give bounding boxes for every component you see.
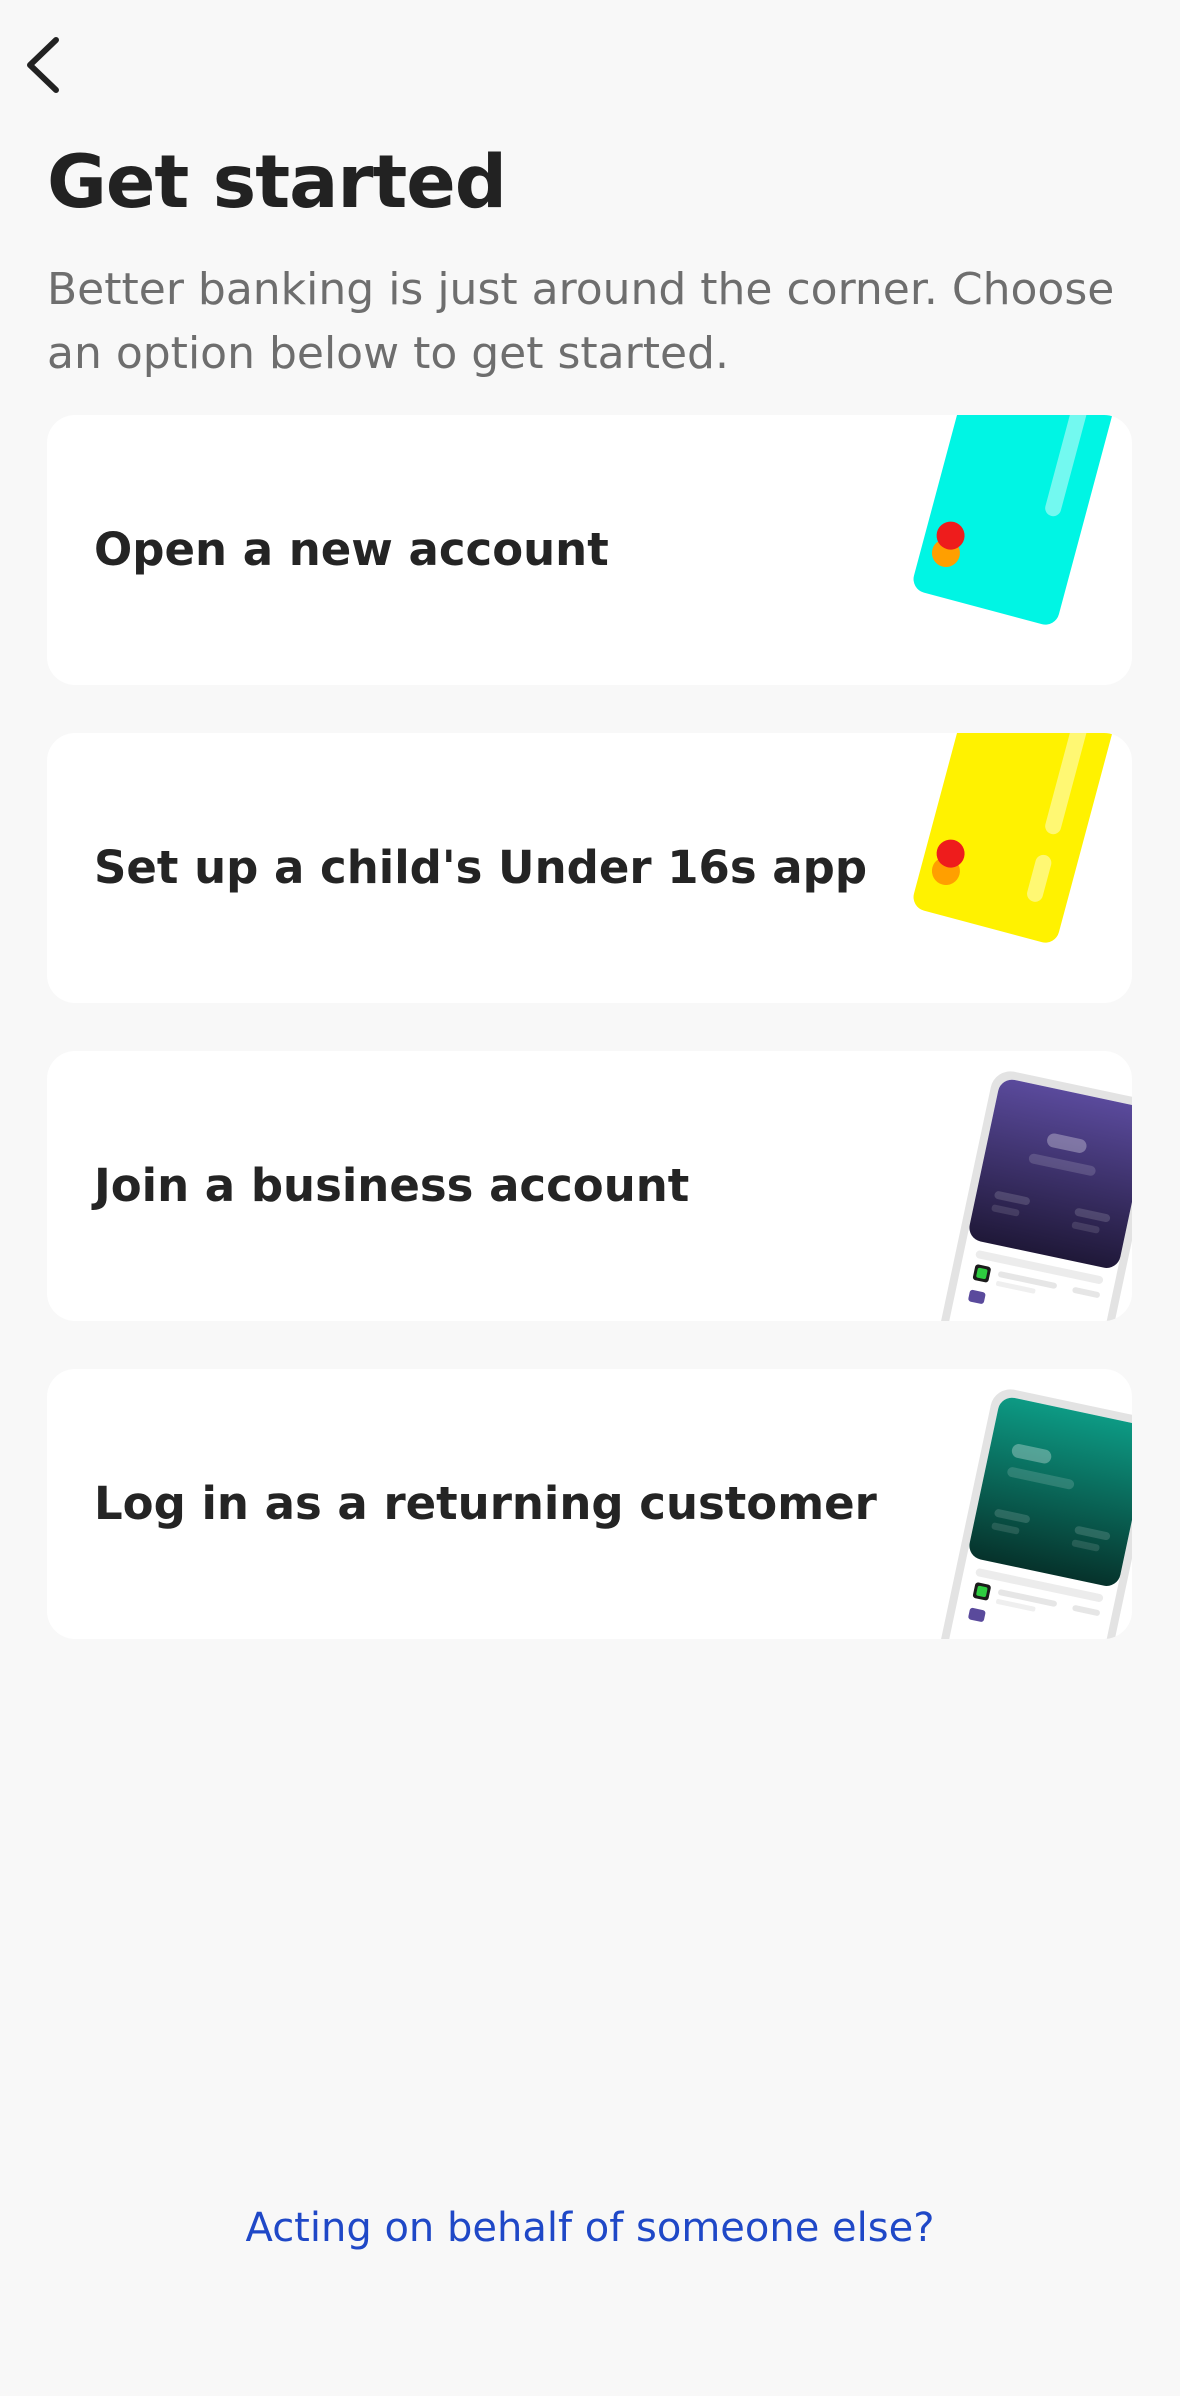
teal-debit-card-illustration <box>913 415 1115 625</box>
chevron-left-icon <box>27 37 59 93</box>
yellow-debit-card-illustration <box>913 733 1115 943</box>
open-new-account-option[interactable]: Open a new account <box>47 415 1132 685</box>
acting-on-behalf-link[interactable]: Acting on behalf of someone else? <box>0 2205 1180 2251</box>
returning-customer-login-option[interactable]: Log in as a returning customer <box>47 1369 1132 1639</box>
page-subtitle: Better banking is just around the corner… <box>47 264 1115 379</box>
page-title: Get started <box>47 140 507 225</box>
purple-phone-app-illustration <box>936 1071 1132 1321</box>
option-label: Join a business account <box>94 1159 690 1212</box>
option-label: Log in as a returning customer <box>94 1477 877 1530</box>
option-label: Set up a child's Under 16s app <box>94 841 868 894</box>
back-button[interactable] <box>18 30 74 100</box>
green-phone-app-illustration <box>936 1389 1132 1639</box>
join-business-account-option[interactable]: Join a business account <box>47 1051 1132 1321</box>
child-under16s-app-option[interactable]: Set up a child's Under 16s app <box>47 733 1132 1003</box>
option-label: Open a new account <box>94 523 609 576</box>
